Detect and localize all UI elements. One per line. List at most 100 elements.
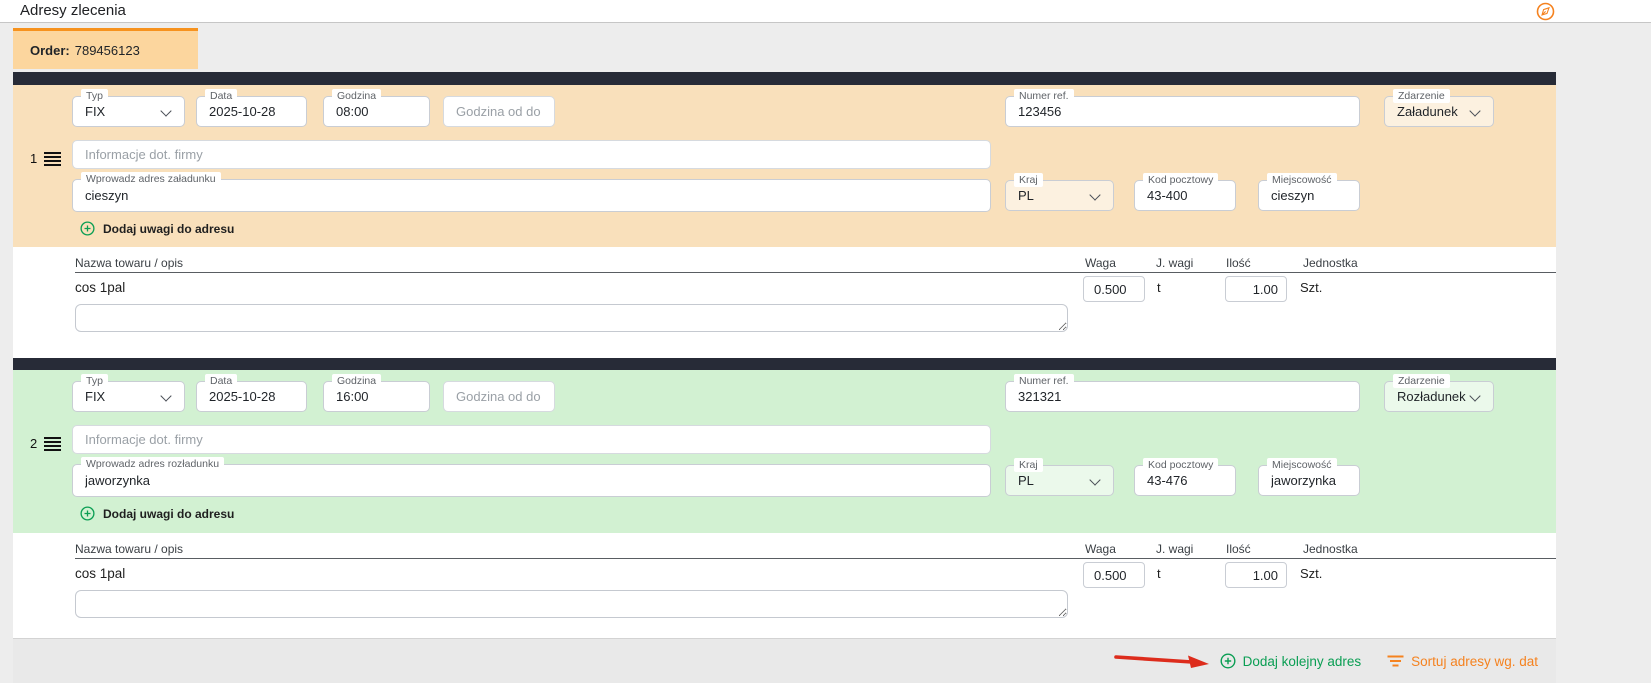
row-number-label: 2 (30, 436, 37, 451)
address-field: Wprowadz adres załadunku (72, 179, 991, 212)
time-range-field (443, 381, 555, 412)
order-panel: Order: 789456123 1 Typ FIX Data Godzina (13, 23, 1556, 683)
goods-weight-header: Waga (1085, 256, 1116, 270)
city-field: Miejscowość (1258, 465, 1360, 496)
order-tab-label: Order: (30, 43, 70, 58)
address-label: Wprowadz adres rozładunku (81, 457, 224, 471)
time-range-input[interactable] (444, 382, 554, 411)
address-row-number: 1 (30, 151, 61, 166)
event-select[interactable]: Zdarzenie Załadunek (1384, 96, 1494, 127)
sort-addresses-button[interactable]: Sortuj adresy wg. dat (1387, 654, 1538, 669)
plus-circle-icon (80, 221, 95, 236)
goods-weight-header: Waga (1085, 542, 1116, 556)
event-label: Zdarzenie (1393, 374, 1450, 388)
time-range-field (443, 96, 555, 127)
time-field: Godzina (323, 96, 430, 127)
add-address-note-button[interactable]: Dodaj uwagi do adresu (80, 221, 234, 236)
postal-code-label: Kod pocztowy (1143, 173, 1218, 187)
goods-weight-unit-header: J. wagi (1156, 256, 1193, 270)
edit-icon[interactable] (1536, 2, 1555, 21)
goods-note-textarea[interactable] (75, 304, 1068, 332)
goods-quantity-input[interactable] (1225, 562, 1287, 588)
goods-name-value: cos 1pal (75, 566, 125, 581)
chevron-down-icon (1089, 474, 1100, 485)
goods-table: Nazwa towaru / opis Waga J. wagi Ilość J… (13, 247, 1556, 358)
ref-number-field: Numer ref. (1005, 381, 1360, 412)
add-address-note-label: Dodaj uwagi do adresu (103, 507, 234, 521)
event-label: Zdarzenie (1393, 89, 1450, 103)
chevron-down-icon (1089, 189, 1100, 200)
goods-header-divider (75, 272, 1556, 273)
sort-icon (1387, 654, 1404, 668)
goods-quantity-header: Ilość (1226, 542, 1251, 556)
chevron-down-icon (160, 105, 171, 116)
postal-code-label: Kod pocztowy (1143, 458, 1218, 472)
city-field: Miejscowość (1258, 180, 1360, 211)
address-label: Wprowadz adres załadunku (81, 172, 221, 186)
chevron-down-icon (1469, 105, 1480, 116)
section-divider (13, 358, 1556, 370)
goods-quantity-input[interactable] (1225, 276, 1287, 302)
goods-name-header: Nazwa towaru / opis (75, 542, 183, 556)
date-field: Data (196, 381, 307, 412)
plus-circle-icon (1220, 653, 1236, 669)
goods-unit-value: Szt. (1300, 566, 1322, 581)
time-field: Godzina (323, 381, 430, 412)
time-range-input[interactable] (444, 97, 554, 126)
address-section-loading: 1 Typ FIX Data Godzina Numer ref. (13, 85, 1556, 247)
add-address-note-label: Dodaj uwagi do adresu (103, 222, 234, 236)
country-select[interactable]: Kraj PL (1005, 465, 1114, 496)
goods-weight-input[interactable] (1083, 276, 1145, 302)
annotation-arrow (1114, 653, 1210, 670)
time-label: Godzina (332, 89, 381, 103)
country-label: Kraj (1014, 458, 1043, 472)
sort-addresses-label: Sortuj adresy wg. dat (1411, 654, 1538, 669)
footer-bar: Dodaj kolejny adres Sortuj adresy wg. da… (13, 638, 1556, 683)
ref-number-label: Numer ref. (1014, 89, 1074, 103)
company-info-field (72, 140, 991, 169)
goods-unit-value: Szt. (1300, 280, 1322, 295)
city-label: Miejscowość (1267, 173, 1337, 187)
address-field: Wprowadz adres rozładunku (72, 464, 991, 497)
type-select[interactable]: Typ FIX (72, 381, 185, 412)
time-label: Godzina (332, 374, 381, 388)
company-info-input[interactable] (73, 141, 990, 168)
city-label: Miejscowość (1267, 458, 1337, 472)
address-row-number: 2 (30, 436, 61, 451)
type-select[interactable]: Typ FIX (72, 96, 185, 127)
goods-table: Nazwa towaru / opis Waga J. wagi Ilość J… (13, 533, 1556, 638)
add-address-note-button[interactable]: Dodaj uwagi do adresu (80, 506, 234, 521)
plus-circle-icon (80, 506, 95, 521)
goods-weight-unit-value: t (1157, 566, 1161, 581)
ref-number-label: Numer ref. (1014, 374, 1074, 388)
page-title: Adresy zlecenia (20, 2, 126, 19)
order-tab[interactable]: Order: 789456123 (13, 28, 198, 69)
address-section-unloading: 2 Typ FIX Data Godzina Numer ref. (13, 370, 1556, 533)
drag-handle-icon[interactable] (44, 152, 61, 166)
goods-quantity-header: Ilość (1226, 256, 1251, 270)
date-label: Data (205, 374, 237, 388)
postal-code-field: Kod pocztowy (1134, 180, 1236, 211)
row-number-label: 1 (30, 151, 37, 166)
goods-weight-input[interactable] (1083, 562, 1145, 588)
company-info-input[interactable] (73, 426, 990, 453)
country-select[interactable]: Kraj PL (1005, 180, 1114, 211)
drag-handle-icon[interactable] (44, 437, 61, 451)
date-field: Data (196, 96, 307, 127)
section-divider (13, 72, 1556, 85)
goods-note-textarea[interactable] (75, 590, 1068, 618)
event-select[interactable]: Zdarzenie Rozładunek (1384, 381, 1494, 412)
order-number: 789456123 (75, 43, 140, 58)
goods-name-header: Nazwa towaru / opis (75, 256, 183, 270)
ref-number-field: Numer ref. (1005, 96, 1360, 127)
goods-name-value: cos 1pal (75, 280, 125, 295)
goods-unit-header: Jednostka (1303, 256, 1358, 270)
country-label: Kraj (1014, 173, 1043, 187)
type-label: Typ (81, 89, 108, 103)
title-strip: Adresy zlecenia (0, 0, 1651, 23)
goods-unit-header: Jednostka (1303, 542, 1358, 556)
add-next-address-button[interactable]: Dodaj kolejny adres (1220, 653, 1362, 669)
goods-weight-unit-value: t (1157, 280, 1161, 295)
order-addresses-page: Adresy zlecenia Order: 789456123 1 Typ F… (0, 0, 1651, 683)
chevron-down-icon (160, 390, 171, 401)
